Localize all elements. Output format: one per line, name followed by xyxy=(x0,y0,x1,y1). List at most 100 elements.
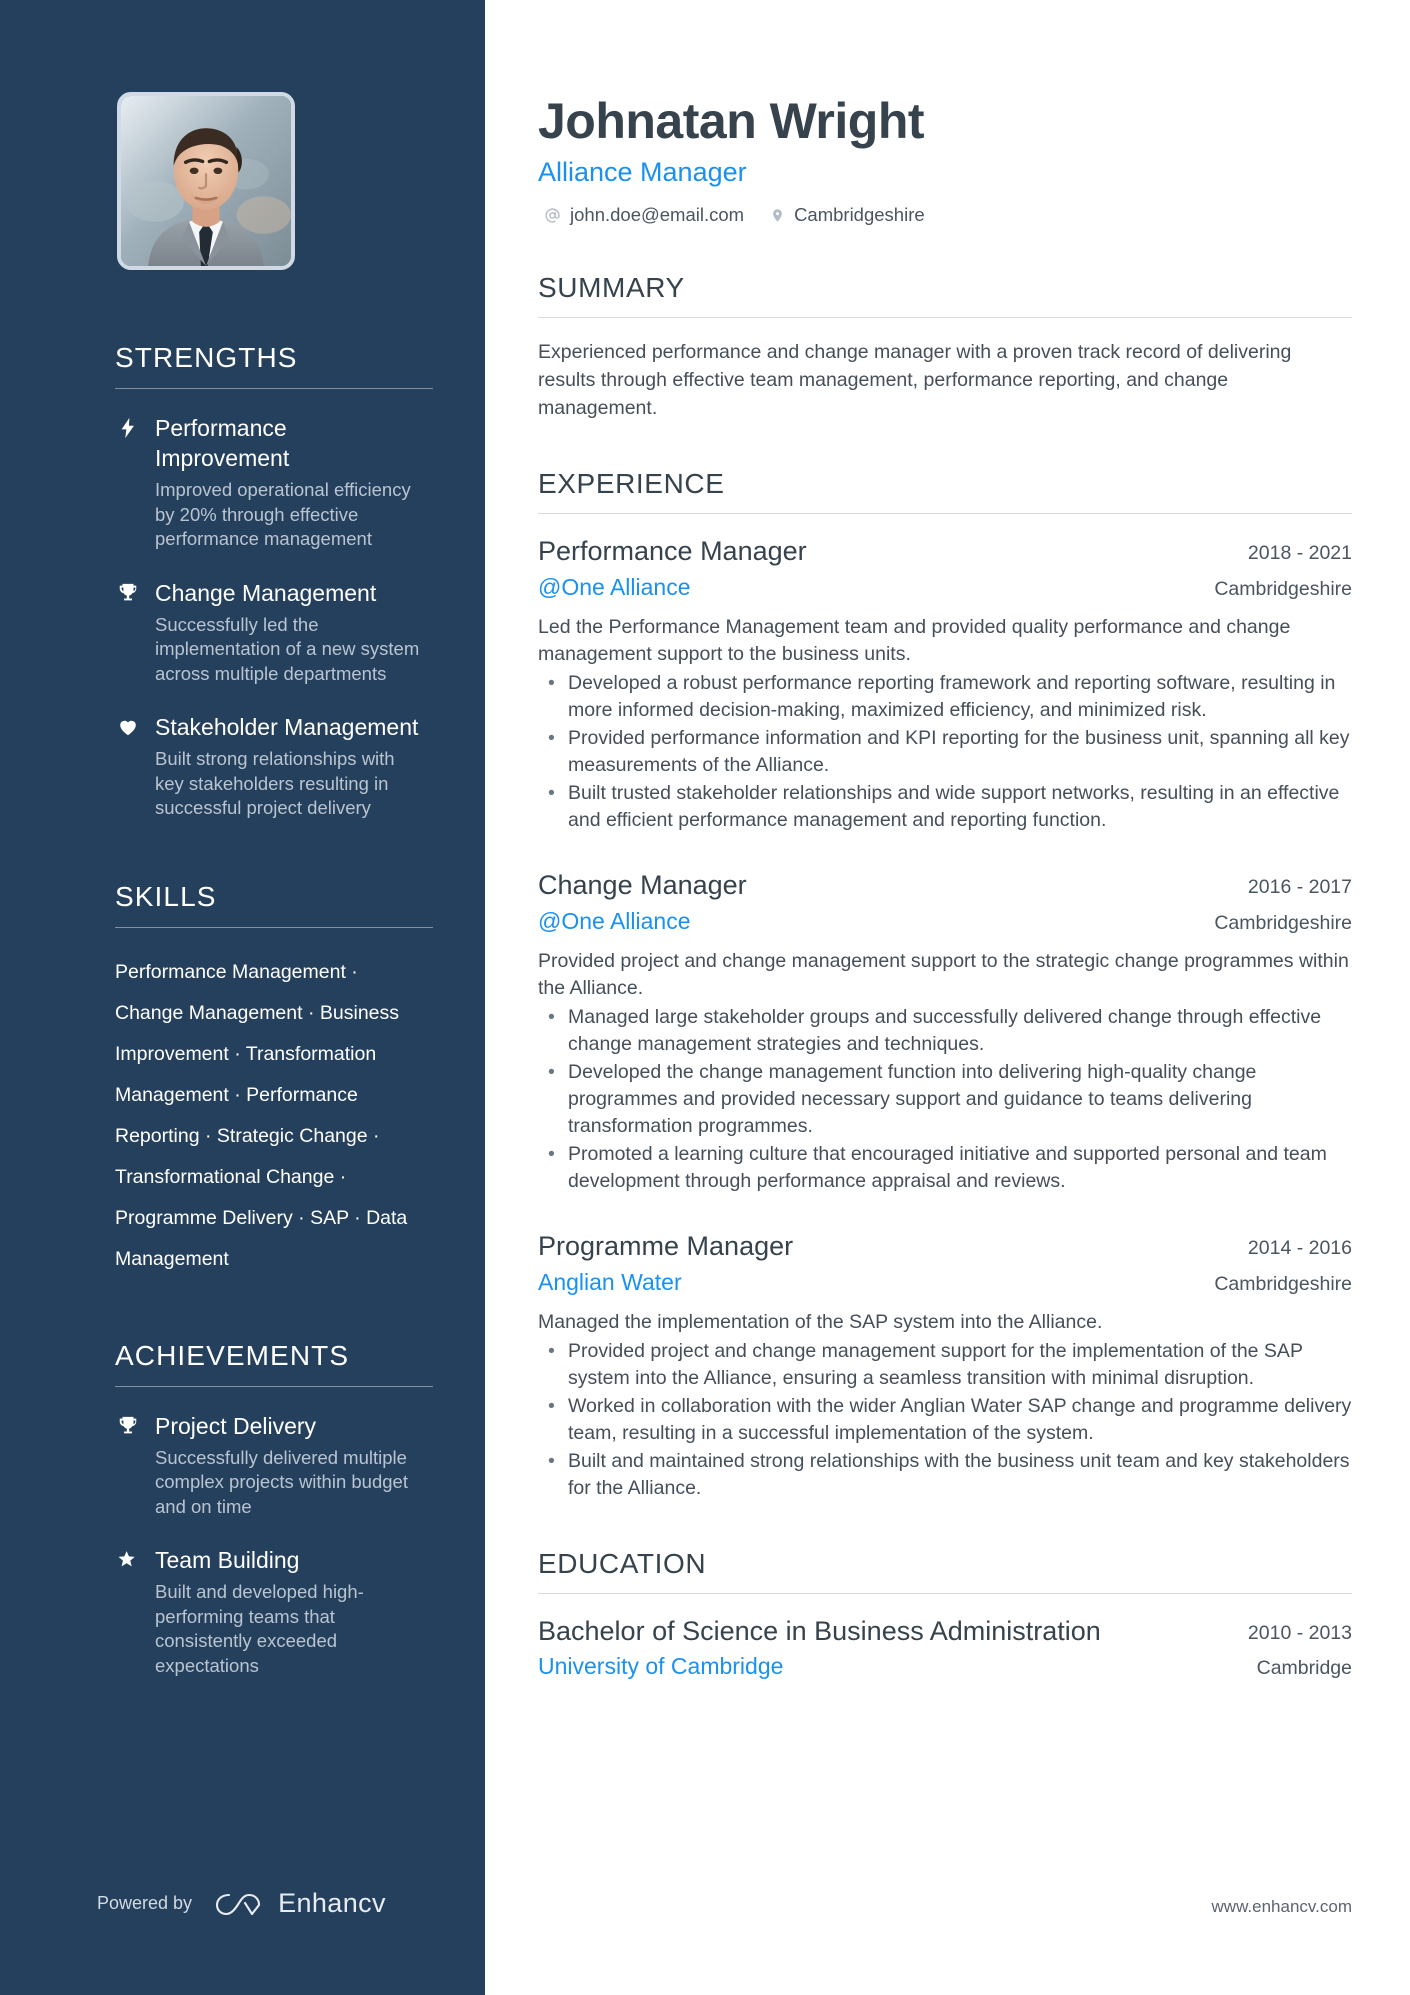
education-heading: EDUCATION xyxy=(538,1548,707,1579)
strength-item: Stakeholder Management Built strong rela… xyxy=(115,712,427,821)
achievement-description: Built and developed high-performing team… xyxy=(155,1581,364,1676)
experience-entry-header: Change Manager 2016 - 2017 xyxy=(538,868,1352,902)
strength-item: Change Management Successfully led the i… xyxy=(115,578,427,687)
skill-separator: · xyxy=(334,1165,347,1188)
job-role-subtitle: Alliance Manager xyxy=(538,157,747,187)
resume-header: Johnatan Wright Alliance Manager john.do… xyxy=(538,92,1352,226)
experience-company-link[interactable]: @One Alliance xyxy=(538,571,691,603)
skill-tag: Performance Management xyxy=(115,960,346,983)
at-sign-icon xyxy=(545,207,560,223)
experience-location: Cambridgeshire xyxy=(1214,578,1352,600)
strength-title: Stakeholder Management xyxy=(155,714,419,740)
experience-company-link[interactable]: Anglian Water xyxy=(538,1266,682,1298)
experience-bullet-list: Developed a robust performance reporting… xyxy=(538,670,1352,834)
experience-bullet: Built and maintained strong relationship… xyxy=(538,1448,1352,1502)
map-pin-icon xyxy=(773,208,782,222)
email-contact[interactable]: john.doe@email.com xyxy=(544,204,744,226)
main-column: Johnatan Wright Alliance Manager john.do… xyxy=(485,0,1410,1995)
resume-page: STRENGTHS Performance Improvement Improv… xyxy=(0,0,1410,1995)
enhancv-logo-icon xyxy=(214,1889,266,1919)
sidebar: STRENGTHS Performance Improvement Improv… xyxy=(0,0,485,1995)
experience-bullet: Provided performance information and KPI… xyxy=(538,725,1352,779)
trophy-icon xyxy=(115,580,141,606)
lightning-bolt-icon xyxy=(115,415,141,441)
experience-description: Managed the implementation of the SAP sy… xyxy=(538,1311,1103,1333)
experience-bullet: Managed large stakeholder groups and suc… xyxy=(538,1004,1352,1058)
experience-section: EXPERIENCE Performance Manager 2018 - 202… xyxy=(538,468,1352,1502)
skills-section: SKILLS Performance Management · Change M… xyxy=(115,880,433,1280)
experience-entry-header: Programme Manager 2014 - 2016 xyxy=(538,1229,1352,1263)
strengths-divider xyxy=(115,388,433,389)
experience-heading: EXPERIENCE xyxy=(538,468,725,499)
education-entry: Bachelor of Science in Business Administ… xyxy=(538,1614,1352,1682)
experience-bullet: Worked in collaboration with the wider A… xyxy=(538,1393,1352,1447)
strengths-heading: STRENGTHS xyxy=(115,342,298,373)
skill-separator: · xyxy=(345,960,358,983)
experience-job-title: Performance Manager xyxy=(538,536,807,566)
strength-title: Performance Improvement xyxy=(155,415,290,471)
skills-heading: SKILLS xyxy=(115,880,217,912)
experience-bullet-list: Provided project and change management s… xyxy=(538,1338,1352,1502)
page-title: Johnatan Wright xyxy=(538,93,925,149)
skills-divider xyxy=(115,926,433,928)
education-school-link[interactable]: University of Cambridge xyxy=(538,1650,783,1682)
experience-dates: 2018 - 2021 xyxy=(1247,542,1352,564)
trophy-icon xyxy=(115,1413,141,1439)
skill-tag: Transformational Change xyxy=(115,1165,335,1188)
skill-tag: Programme Delivery xyxy=(115,1206,293,1229)
profile-photo xyxy=(121,96,291,266)
experience-entry-subheader: Anglian Water Cambridgeshire xyxy=(538,1266,1352,1298)
skills-list: Performance Management · Change Manageme… xyxy=(115,952,427,1280)
experience-bullet: Promoted a learning culture that encoura… xyxy=(538,1141,1352,1195)
location-text: Cambridgeshire xyxy=(794,204,925,225)
skill-separator: · xyxy=(228,1042,246,1065)
skill-tag: Change Management xyxy=(115,1001,303,1024)
experience-entry: Change Manager 2016 - 2017 @One Alliance Ca… xyxy=(538,868,1352,1195)
summary-divider xyxy=(538,317,1352,318)
experience-entry-subheader: @One Alliance Cambridgeshire xyxy=(538,571,1352,603)
experience-bullet: Built trusted stakeholder relationships … xyxy=(538,780,1352,834)
education-entry-header: Bachelor of Science in Business Administ… xyxy=(538,1614,1352,1648)
achievements-divider xyxy=(115,1385,433,1387)
powered-by-label: Powered by xyxy=(97,1893,193,1913)
education-location: Cambridge xyxy=(1256,1657,1352,1679)
summary-section: SUMMARY Experienced performance and chan… xyxy=(538,272,1352,422)
summary-heading: SUMMARY xyxy=(538,272,685,303)
achievement-item: Team Building Built and developed high-p… xyxy=(115,1545,427,1678)
experience-entry: Programme Manager 2014 - 2016 Anglian Wate… xyxy=(538,1229,1352,1502)
powered-by-footer: Powered by Enhancv xyxy=(97,1888,386,1919)
achievements-section: ACHIEVEMENTS Project Delivery Successful… xyxy=(115,1340,433,1679)
experience-bullet: Provided project and change management s… xyxy=(538,1338,1352,1392)
enhancv-wordmark: Enhancv xyxy=(278,1888,386,1918)
heart-icon xyxy=(115,714,141,740)
experience-company-link[interactable]: @One Alliance xyxy=(538,905,691,937)
strength-title: Change Management xyxy=(155,579,377,606)
location-contact: Cambridgeshire xyxy=(770,204,925,226)
skill-separator: · xyxy=(228,1083,247,1106)
strength-description: Built strong relationships with key stak… xyxy=(155,748,395,818)
experience-bullet: Developed the change management function… xyxy=(538,1059,1352,1140)
experience-bullet: Developed a robust performance reporting… xyxy=(538,670,1352,724)
experience-entry-subheader: @One Alliance Cambridgeshire xyxy=(538,905,1352,937)
website-url: www.enhancv.com xyxy=(1211,1897,1352,1916)
education-list: Bachelor of Science in Business Administ… xyxy=(538,1614,1352,1682)
skill-separator: · xyxy=(348,1206,367,1229)
achievement-title: Project Delivery xyxy=(155,1412,317,1439)
strength-description: Successfully led the implementation of a… xyxy=(155,613,420,684)
avatar xyxy=(117,92,295,270)
experience-job-title: Programme Manager xyxy=(538,1231,794,1261)
strength-item: Performance Improvement Improved operati… xyxy=(115,413,427,552)
experience-location: Cambridgeshire xyxy=(1214,1273,1352,1295)
skill-separator: · xyxy=(302,1001,320,1024)
enhancv-brand: Enhancv xyxy=(214,1888,386,1919)
experience-bullet-list: Managed large stakeholder groups and suc… xyxy=(538,1004,1352,1195)
skill-separator: · xyxy=(292,1206,311,1229)
experience-location: Cambridgeshire xyxy=(1214,912,1352,934)
skill-tag: SAP xyxy=(310,1206,349,1229)
experience-entry-header: Performance Manager 2018 - 2021 xyxy=(538,534,1352,568)
experience-list: Performance Manager 2018 - 2021 @One Allia… xyxy=(538,534,1352,1502)
education-entry-subheader: University of Cambridge Cambridge xyxy=(538,1650,1352,1682)
contact-row: john.doe@email.com Cambridgeshire xyxy=(538,204,1352,226)
education-divider xyxy=(538,1593,1352,1594)
experience-dates: 2014 - 2016 xyxy=(1247,1237,1352,1259)
